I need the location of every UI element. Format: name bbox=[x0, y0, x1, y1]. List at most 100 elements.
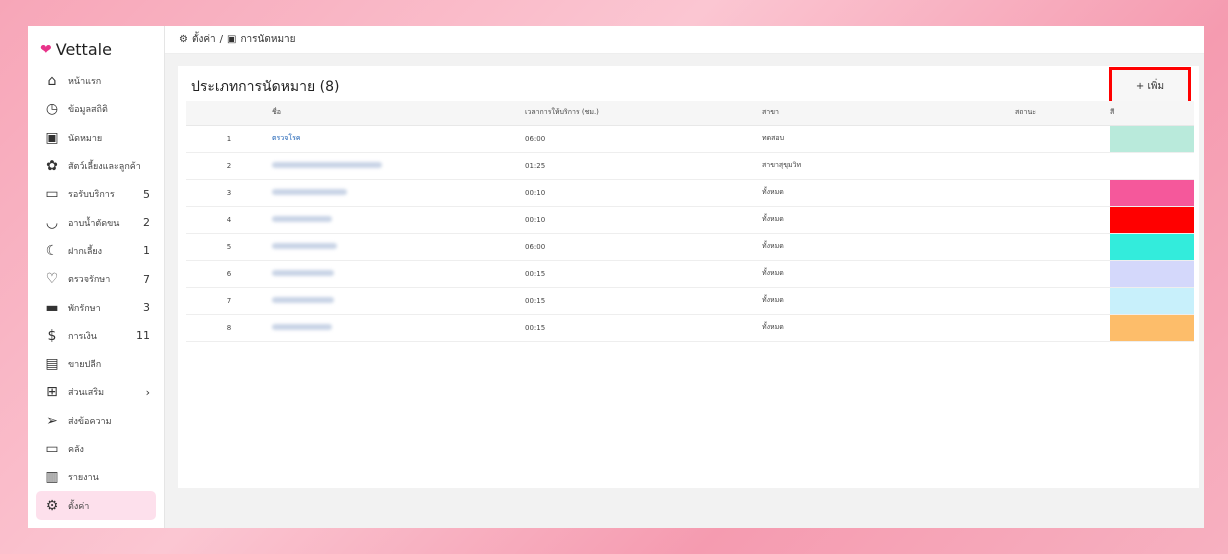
status-cell bbox=[1015, 260, 1110, 288]
status-cell bbox=[1015, 125, 1110, 153]
moon-icon: ☾ bbox=[45, 242, 59, 259]
sidebar-item-register[interactable]: ▤ ขายปลีก bbox=[36, 350, 156, 378]
name-cell bbox=[272, 179, 525, 207]
sidebar-item-label: ส่งข้อความ bbox=[68, 416, 112, 427]
color-swatch bbox=[1110, 314, 1194, 342]
calendar-icon: ▣ bbox=[227, 34, 237, 45]
blurred-name[interactable] bbox=[272, 296, 334, 303]
row-number: 5 bbox=[186, 233, 272, 261]
sidebar-item-label: อาบน้ำตัดขน bbox=[68, 218, 120, 229]
breadcrumb: ⚙ ตั้งค่า / ▣ การนัดหมาย bbox=[165, 26, 1204, 54]
name-cell bbox=[272, 287, 525, 315]
calendar-icon: ▣ bbox=[45, 129, 59, 146]
sidebar-item-calendar[interactable]: ▣ นัดหมาย bbox=[36, 124, 156, 152]
duration-cell: 00:10 bbox=[525, 206, 762, 234]
sidebar-item-count: 7 bbox=[143, 272, 150, 286]
sidebar-item-label: คลัง bbox=[68, 445, 84, 455]
sidebar-item-label: รอรับบริการ bbox=[68, 190, 115, 201]
name-cell bbox=[272, 260, 525, 288]
branch-cell: ทั้งหมด bbox=[762, 287, 1015, 315]
chart-icon: ▥ bbox=[45, 469, 59, 486]
table-row[interactable]: 2 01:25 สาขาสุขุมวิท bbox=[186, 152, 1194, 180]
branch-cell: ทั้งหมด bbox=[762, 179, 1015, 207]
register-icon: ▤ bbox=[45, 356, 59, 373]
sidebar-item-count: › bbox=[145, 385, 150, 399]
status-cell bbox=[1015, 287, 1110, 315]
name-cell bbox=[272, 152, 525, 180]
appointment-types-card: ประเภทการนัดหมาย (8) + เพิ่ม ชื่อ เวลาการ… bbox=[178, 66, 1199, 488]
sidebar-item-plus-box[interactable]: ⊞ ส่วนเสริม › bbox=[36, 378, 156, 406]
row-number: 6 bbox=[186, 260, 272, 288]
sidebar-item-count: 5 bbox=[143, 187, 150, 201]
sidebar-item-bed[interactable]: ▬ พักรักษา 3 bbox=[36, 293, 156, 321]
blurred-name[interactable] bbox=[272, 323, 332, 330]
color-swatch bbox=[1110, 125, 1194, 153]
home-icon: ⌂ bbox=[47, 73, 57, 90]
logo[interactable]: ❤ Vettale bbox=[40, 40, 156, 59]
heart-logo-icon: ❤ bbox=[40, 41, 52, 58]
sidebar-item-label: ข้อมูลสถิติ bbox=[68, 105, 108, 116]
sidebar-item-bath[interactable]: ◡ อาบน้ำตัดขน 2 bbox=[36, 208, 156, 236]
breadcrumb-settings[interactable]: ตั้งค่า bbox=[192, 32, 216, 47]
bed-icon: ▬ bbox=[45, 299, 59, 316]
row-number: 8 bbox=[186, 314, 272, 342]
appointment-type-link[interactable]: ตรวจโรค bbox=[272, 134, 301, 142]
sidebar-item-count: 3 bbox=[143, 301, 150, 315]
sidebar-item-home[interactable]: ⌂ หน้าแรก bbox=[36, 67, 156, 95]
name-cell bbox=[272, 314, 525, 342]
duration-cell: 06:00 bbox=[525, 233, 762, 261]
bath-icon: ◡ bbox=[45, 214, 59, 231]
sidebar-item-label: ขายปลีก bbox=[68, 360, 102, 371]
sidebar-item-moon[interactable]: ☾ ฝากเลี้ยง 1 bbox=[36, 237, 156, 265]
table-row[interactable]: 8 00:15 ทั้งหมด bbox=[186, 314, 1194, 342]
gear-icon: ⚙ bbox=[179, 34, 188, 45]
color-swatch bbox=[1110, 287, 1194, 315]
page-title: ประเภทการนัดหมาย (8) bbox=[191, 79, 340, 95]
sidebar-item-archive[interactable]: ▭ คลัง bbox=[36, 435, 156, 463]
color-swatch bbox=[1110, 260, 1194, 288]
column-header: สถานะ bbox=[1015, 101, 1110, 126]
row-number: 1 bbox=[186, 125, 272, 153]
blurred-name[interactable] bbox=[272, 161, 382, 168]
sidebar-item-chart[interactable]: ▥ รายงาน bbox=[36, 463, 156, 491]
sofa-icon: ▭ bbox=[45, 186, 59, 203]
sidebar-item-gear[interactable]: ⚙ ตั้งค่า bbox=[36, 491, 156, 520]
name-cell: ตรวจโรค bbox=[272, 125, 525, 153]
table-row[interactable]: 4 00:10 ทั้งหมด bbox=[186, 206, 1194, 234]
status-cell bbox=[1015, 233, 1110, 261]
status-cell bbox=[1015, 314, 1110, 342]
blurred-name[interactable] bbox=[272, 242, 337, 249]
table-row[interactable]: 7 00:15 ทั้งหมด bbox=[186, 287, 1194, 315]
archive-icon: ▭ bbox=[45, 441, 59, 457]
sidebar-item-label: พักรักษา bbox=[68, 303, 101, 314]
column-header: สาขา bbox=[762, 101, 1015, 126]
sidebar-item-label: ตั้งค่า bbox=[68, 501, 90, 512]
blurred-name[interactable] bbox=[272, 269, 334, 276]
sidebar-item-count: 1 bbox=[143, 244, 150, 258]
duration-cell: 00:15 bbox=[525, 260, 762, 288]
column-header: สี bbox=[1110, 101, 1194, 126]
sidebar-item-label: ส่วนเสริม bbox=[68, 388, 105, 399]
sidebar-item-send[interactable]: ➢ ส่งข้อความ bbox=[36, 407, 156, 435]
duration-cell: 00:10 bbox=[525, 179, 762, 207]
blurred-name[interactable] bbox=[272, 215, 332, 222]
sidebar-item-sofa[interactable]: ▭ รอรับบริการ 5 bbox=[36, 180, 156, 208]
sidebar-item-stats[interactable]: ◷ ข้อมูลสถิติ bbox=[36, 95, 156, 123]
add-button[interactable]: + เพิ่ม bbox=[1109, 67, 1191, 105]
table-row[interactable]: 5 06:00 ทั้งหมด bbox=[186, 233, 1194, 261]
branch-cell: ทั้งหมด bbox=[762, 233, 1015, 261]
table-row[interactable]: 1 ตรวจโรค 06:00 ทดสอบ bbox=[186, 125, 1194, 153]
sidebar-item-paw[interactable]: ✿ สัตว์เลี้ยงและลูกค้า bbox=[36, 152, 156, 180]
stethoscope-icon: ♡ bbox=[45, 271, 59, 288]
sidebar-item-label: นัดหมาย bbox=[68, 133, 103, 144]
name-cell bbox=[272, 233, 525, 261]
blurred-name[interactable] bbox=[272, 188, 347, 195]
row-number: 7 bbox=[186, 287, 272, 315]
sidebar-item-stethoscope[interactable]: ♡ ตรวจรักษา 7 bbox=[36, 265, 156, 293]
sidebar-item-money[interactable]: $ การเงิน 11 bbox=[36, 322, 156, 350]
duration-cell: 06:00 bbox=[525, 125, 762, 153]
table-row[interactable]: 6 00:15 ทั้งหมด bbox=[186, 260, 1194, 288]
gear-icon: ⚙ bbox=[45, 497, 59, 514]
duration-cell: 00:15 bbox=[525, 314, 762, 342]
table-row[interactable]: 3 00:10 ทั้งหมด bbox=[186, 179, 1194, 207]
